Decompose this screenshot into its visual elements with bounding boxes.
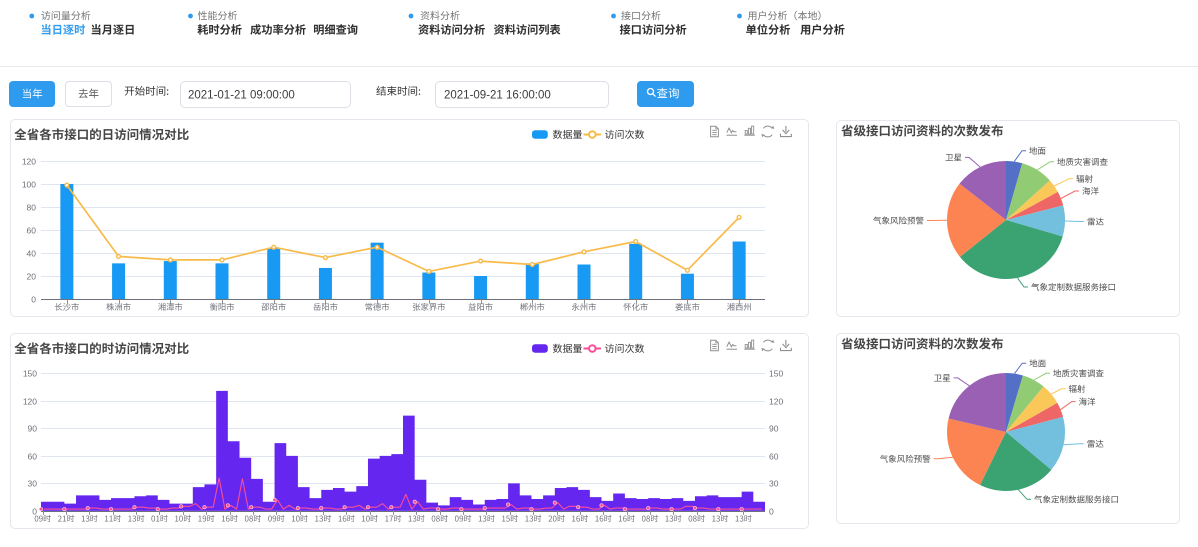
svg-text:100: 100 <box>22 180 36 190</box>
svg-text:0: 0 <box>32 507 37 517</box>
svg-text:150: 150 <box>23 369 37 379</box>
svg-text:150: 150 <box>769 369 783 379</box>
svg-text:60: 60 <box>769 452 779 462</box>
svg-text:90: 90 <box>28 424 38 434</box>
svg-text:20: 20 <box>27 272 37 282</box>
svg-text:120: 120 <box>22 157 36 167</box>
svg-text:0: 0 <box>769 507 774 517</box>
svg-text:120: 120 <box>23 397 37 407</box>
svg-text:60: 60 <box>27 226 37 236</box>
svg-text:2021-01-21 09:00:00: 2021-01-21 09:00:00 <box>188 89 295 101</box>
svg-text:60: 60 <box>28 452 38 462</box>
svg-text:80: 80 <box>27 203 37 213</box>
svg-text:40: 40 <box>27 249 37 259</box>
svg-text:30: 30 <box>769 479 779 489</box>
svg-text:90: 90 <box>769 424 779 434</box>
svg-text:30: 30 <box>28 479 38 489</box>
svg-text:120: 120 <box>769 397 783 407</box>
svg-text:2021-09-21 16:00:00: 2021-09-21 16:00:00 <box>444 89 551 101</box>
svg-text:0: 0 <box>31 295 36 305</box>
